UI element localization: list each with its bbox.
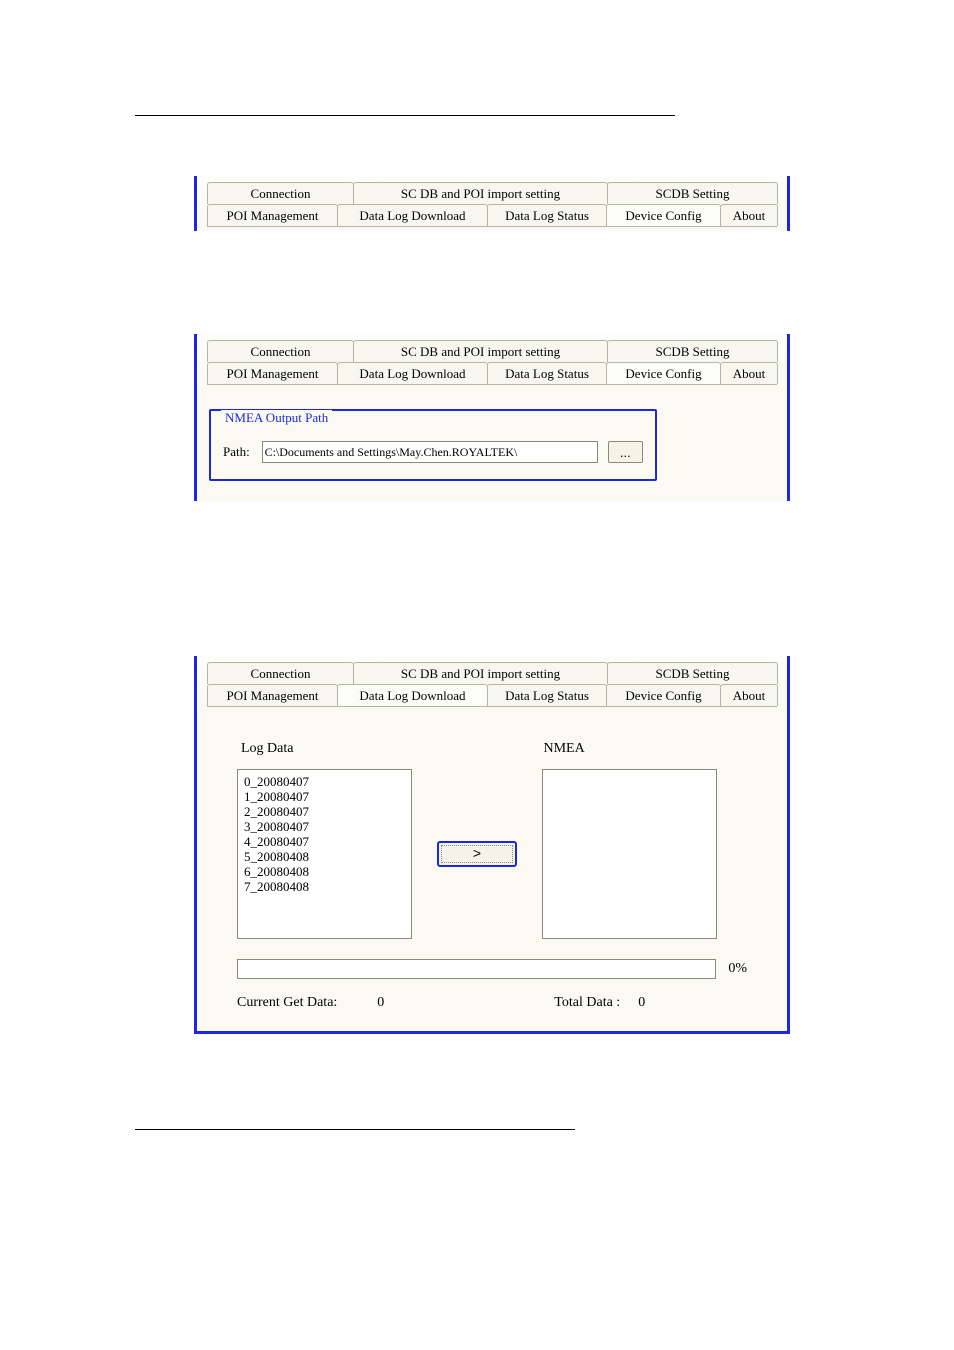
nmea-output-path-group: NMEA Output Path Path: ...	[209, 409, 657, 481]
tab-scdb-setting[interactable]: SCDB Setting	[607, 340, 778, 362]
tab-device-config[interactable]: Device Config	[606, 204, 721, 226]
tab-data-log-status[interactable]: Data Log Status	[487, 204, 607, 226]
tab-scdb-setting[interactable]: SCDB Setting	[607, 662, 778, 684]
total-data-label: Total Data :	[554, 995, 620, 1011]
tab-about[interactable]: About	[720, 204, 778, 226]
tab-connection[interactable]: Connection	[207, 182, 354, 204]
list-item[interactable]: 1_20080407	[244, 789, 405, 804]
list-item[interactable]: 6_20080408	[244, 864, 405, 879]
tab-data-log-status[interactable]: Data Log Status	[487, 684, 607, 706]
list-item[interactable]: 2_20080407	[244, 804, 405, 819]
tab-scdb-poi-import[interactable]: SC DB and POI import setting	[353, 182, 608, 204]
tab-poi-management[interactable]: POI Management	[207, 362, 338, 384]
tabs-container-3: Connection SC DB and POI import setting …	[194, 656, 790, 711]
current-get-data-label: Current Get Data:	[237, 995, 337, 1011]
list-item[interactable]: 7_20080408	[244, 879, 405, 894]
log-data-header: Log Data	[241, 741, 293, 757]
list-item[interactable]: 5_20080408	[244, 849, 405, 864]
tab-data-log-download[interactable]: Data Log Download	[337, 362, 488, 384]
tabs-container-2: Connection SC DB and POI import setting …	[194, 334, 790, 389]
tabs-container-1: Connection SC DB and POI import setting …	[194, 176, 790, 231]
browse-button[interactable]: ...	[608, 441, 643, 463]
device-config-panel: NMEA Output Path Path: ...	[194, 389, 790, 501]
progress-bar	[237, 959, 716, 979]
tab-poi-management[interactable]: POI Management	[207, 684, 338, 706]
tab-connection[interactable]: Connection	[207, 340, 354, 362]
data-log-download-panel: Log Data NMEA 0_200804071_200804072_2008…	[194, 711, 790, 1034]
divider-2	[135, 1129, 575, 1130]
nmea-listbox[interactable]	[542, 769, 717, 939]
list-item[interactable]: 3_20080407	[244, 819, 405, 834]
path-input[interactable]	[262, 441, 598, 463]
total-data-value: 0	[638, 995, 645, 1011]
tab-connection[interactable]: Connection	[207, 662, 354, 684]
tab-data-log-download[interactable]: Data Log Download	[337, 684, 488, 706]
tab-data-log-download[interactable]: Data Log Download	[337, 204, 488, 226]
tab-about[interactable]: About	[720, 362, 778, 384]
path-label: Path:	[223, 444, 252, 460]
transfer-button-label: >	[441, 845, 513, 863]
list-item[interactable]: 4_20080407	[244, 834, 405, 849]
tab-poi-management[interactable]: POI Management	[207, 204, 338, 226]
divider-1	[135, 115, 675, 116]
tab-scdb-setting[interactable]: SCDB Setting	[607, 182, 778, 204]
nmea-header: NMEA	[543, 741, 584, 757]
progress-percent: 0%	[728, 961, 747, 977]
tab-about[interactable]: About	[720, 684, 778, 706]
tab-device-config[interactable]: Device Config	[606, 362, 721, 384]
tab-device-config[interactable]: Device Config	[606, 684, 721, 706]
tab-scdb-poi-import[interactable]: SC DB and POI import setting	[353, 340, 608, 362]
tab-data-log-status[interactable]: Data Log Status	[487, 362, 607, 384]
tab-scdb-poi-import[interactable]: SC DB and POI import setting	[353, 662, 608, 684]
list-item[interactable]: 0_20080407	[244, 774, 405, 789]
log-data-listbox[interactable]: 0_200804071_200804072_200804073_20080407…	[237, 769, 412, 939]
transfer-button[interactable]: >	[437, 841, 517, 867]
nmea-group-legend: NMEA Output Path	[221, 410, 332, 426]
current-get-data-value: 0	[377, 995, 384, 1011]
